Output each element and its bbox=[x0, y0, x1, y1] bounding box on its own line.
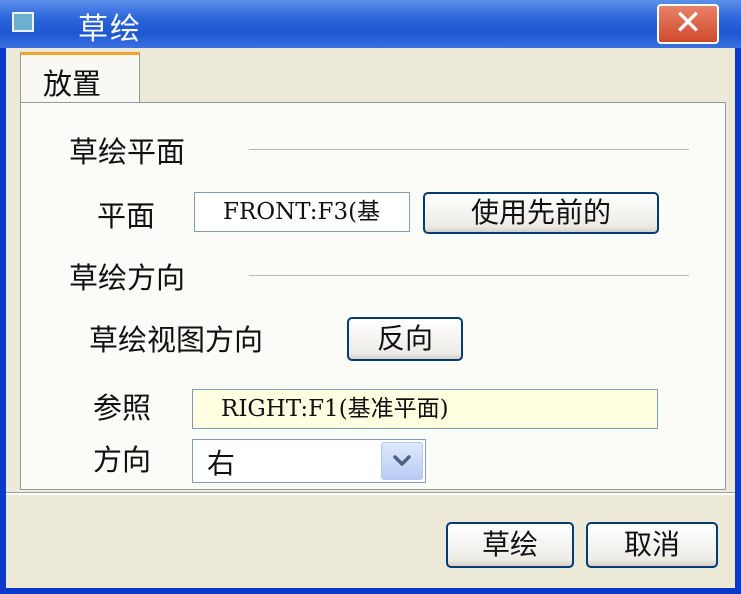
reference-field[interactable]: RIGHT:F1(基准平面) bbox=[192, 389, 658, 429]
sketch-dialog: 草绘 ✕ 放置 草绘平面 平面 FRONT:F3(基 使用先前的 草绘方向 草绘… bbox=[0, 0, 741, 594]
tab-placement-label: 放置 bbox=[43, 67, 102, 101]
close-icon: ✕ bbox=[673, 3, 703, 43]
footer-divider bbox=[6, 492, 735, 495]
chevron-down-icon bbox=[393, 455, 411, 466]
window-title: 草绘 bbox=[78, 12, 142, 47]
sketch-orientation-divider bbox=[249, 275, 689, 277]
sketch-plane-divider bbox=[249, 149, 689, 151]
orientation-select-value: 右 bbox=[207, 447, 236, 480]
plane-label: 平面 bbox=[97, 199, 156, 233]
window-icon bbox=[12, 12, 34, 32]
dropdown-button[interactable] bbox=[381, 442, 423, 480]
use-previous-button[interactable]: 使用先前的 bbox=[423, 192, 659, 234]
reference-label: 参照 bbox=[93, 391, 152, 425]
title-bar[interactable]: 草绘 ✕ bbox=[0, 0, 741, 48]
close-button[interactable]: ✕ bbox=[657, 4, 719, 44]
cancel-button[interactable]: 取消 bbox=[586, 522, 718, 568]
sketch-ok-button[interactable]: 草绘 bbox=[446, 522, 574, 568]
orientation-select[interactable]: 右 bbox=[192, 439, 426, 483]
sketch-orientation-heading: 草绘方向 bbox=[69, 261, 186, 295]
placement-panel: 草绘平面 平面 FRONT:F3(基 使用先前的 草绘方向 草绘视图方向 反向 … bbox=[20, 102, 726, 490]
plane-field[interactable]: FRONT:F3(基 bbox=[194, 192, 410, 232]
view-direction-label: 草绘视图方向 bbox=[89, 323, 264, 357]
flip-button[interactable]: 反向 bbox=[347, 317, 463, 361]
sketch-plane-heading: 草绘平面 bbox=[69, 135, 186, 169]
tab-placement[interactable]: 放置 bbox=[20, 52, 140, 104]
orientation-label: 方向 bbox=[93, 443, 152, 477]
